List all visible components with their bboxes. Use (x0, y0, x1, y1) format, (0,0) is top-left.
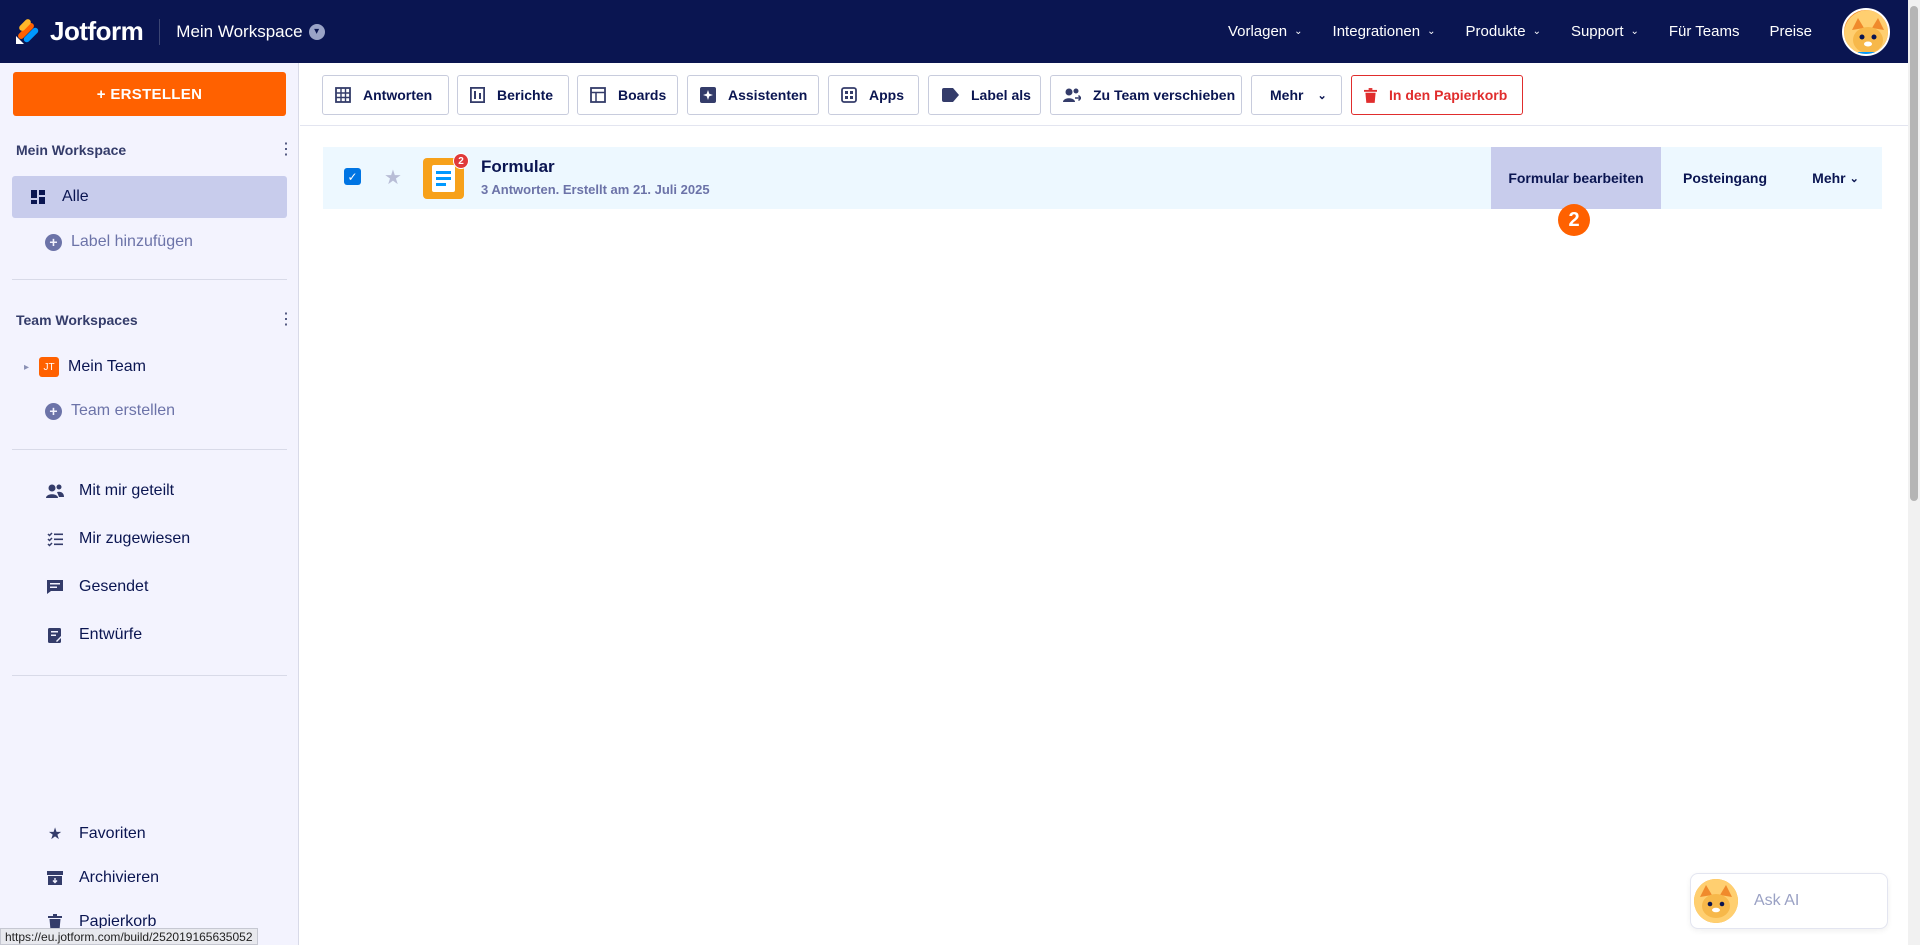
nav-integrationen[interactable]: Integrationen ⌄ (1333, 23, 1436, 40)
more-vertical-icon[interactable]: ⋮ (278, 312, 294, 328)
report-icon (470, 87, 485, 103)
trash-icon (1364, 87, 1377, 103)
apps-icon (841, 87, 857, 103)
mascot-avatar-icon (1844, 9, 1888, 54)
vertical-scrollbar[interactable] (1908, 0, 1920, 945)
star-icon: ★ (47, 826, 63, 843)
form-meta: 3 Antworten. Erstellt am 21. Juli 2025 (481, 182, 710, 197)
nav-divider (159, 18, 161, 45)
new-submissions-badge: 2 (453, 153, 469, 169)
nav-vorlagen[interactable]: Vorlagen ⌄ (1228, 23, 1303, 40)
create-button[interactable]: + ERSTELLEN (13, 72, 286, 116)
form-list-item[interactable]: ✓ ★ 2 Formular 3 Antworten. Erstellt am … (323, 147, 1882, 209)
move-to-team-button[interactable]: Zu Team verschieben (1050, 75, 1242, 115)
chevron-down-icon: ⌄ (1294, 26, 1303, 37)
brand-name: Jotform (50, 16, 144, 46)
jotform-logo-icon (16, 18, 39, 44)
archive-icon (45, 870, 65, 886)
ask-ai-label: Ask AI (1754, 892, 1800, 909)
chevron-down-icon: ⌄ (1427, 26, 1436, 37)
sidebar-item-alle[interactable]: Alle (12, 176, 287, 218)
more-vertical-icon[interactable]: ⋮ (278, 142, 294, 158)
board-icon (590, 87, 606, 103)
sidebar-item-drafts[interactable]: Entwürfe (12, 614, 287, 656)
favorite-star-icon[interactable]: ★ (384, 165, 402, 190)
ai-agent-icon (700, 87, 716, 103)
apps-button[interactable]: Apps (828, 75, 919, 115)
move-to-trash-button[interactable]: In den Papierkorb (1351, 75, 1523, 115)
ai-mascot-icon (1694, 879, 1738, 923)
checklist-icon (45, 531, 65, 547)
my-workspace-heading: Mein Workspace (16, 142, 127, 158)
step-number-badge: 2 (1558, 204, 1590, 236)
assistants-button[interactable]: Assistenten (687, 75, 819, 115)
sidebar-item-assigned[interactable]: Mir zugewiesen (12, 518, 287, 560)
workspace-name: Mein Workspace (176, 21, 303, 41)
sidebar-divider (12, 449, 287, 450)
reports-button[interactable]: Berichte (457, 75, 569, 115)
responses-button[interactable]: Antworten (322, 75, 449, 115)
chevron-down-icon: ⌄ (1630, 26, 1639, 37)
sidebar-item-label: Alle (62, 188, 89, 205)
more-options-button[interactable]: Mehr ⌄ (1789, 147, 1882, 209)
sent-message-icon (45, 579, 65, 595)
team-workspaces-heading: Team Workspaces (16, 312, 138, 328)
top-navigation-bar: Jotform Mein Workspace ▾ Vorlagen ⌄ Integ… (0, 0, 1908, 63)
ask-ai-button[interactable]: Ask AI (1690, 873, 1888, 929)
nav-preise[interactable]: Preise (1769, 23, 1812, 40)
status-bar-url: https://eu.jotform.com/build/25201916563… (0, 928, 258, 945)
plus-circle-icon: + (45, 233, 62, 251)
sidebar-item-shared[interactable]: Mit mir geteilt (12, 470, 287, 512)
sidebar-item-archive[interactable]: Archivieren (12, 857, 287, 899)
edit-form-button[interactable]: Formular bearbeiten (1491, 147, 1661, 209)
chevron-down-icon: ▾ (308, 23, 325, 40)
top-nav-menu: Vorlagen ⌄ Integrationen ⌄ Produkte ⌄ Suppo… (1228, 0, 1908, 63)
caret-right-icon[interactable]: ▸ (24, 362, 29, 373)
add-label-button[interactable]: + Label hinzufügen (45, 233, 193, 251)
table-icon (335, 87, 351, 103)
sidebar-item-sent[interactable]: Gesendet (12, 566, 287, 608)
draft-icon (45, 627, 65, 644)
team-move-icon (1063, 87, 1081, 103)
team-avatar: JT (39, 357, 60, 377)
select-checkbox[interactable]: ✓ (344, 168, 361, 185)
chevron-down-icon: ⌄ (1532, 26, 1541, 37)
label-as-button[interactable]: Label als (928, 75, 1041, 115)
user-avatar[interactable] (1842, 7, 1890, 56)
more-actions-dropdown[interactable]: Mehr ⌄ (1251, 75, 1342, 115)
chevron-down-icon: ⌄ (1849, 172, 1859, 185)
dashboard-icon (28, 189, 48, 205)
jotform-logo[interactable]: Jotform (14, 16, 144, 47)
sidebar: + ERSTELLEN Mein Workspace ⋮ Alle + Labe… (0, 63, 299, 945)
sidebar-item-mein-team[interactable]: ▸ JT Mein Team (24, 357, 146, 377)
sidebar-item-favorites[interactable]: ★ Favoriten (12, 813, 287, 855)
label-icon (941, 88, 959, 102)
form-title[interactable]: Formular (481, 157, 555, 177)
nav-fuer-teams[interactable]: Für Teams (1669, 23, 1740, 40)
scrollbar-thumb[interactable] (1910, 6, 1918, 501)
plus-circle-icon: + (45, 402, 62, 420)
nav-produkte[interactable]: Produkte ⌄ (1466, 23, 1541, 40)
shared-users-icon (45, 483, 65, 499)
create-team-button[interactable]: + Team erstellen (45, 402, 175, 420)
inbox-button[interactable]: Posteingang (1661, 147, 1789, 209)
workspace-switcher[interactable]: Mein Workspace ▾ (176, 21, 325, 42)
sidebar-divider (12, 675, 287, 676)
nav-support[interactable]: Support ⌄ (1571, 23, 1639, 40)
chevron-down-icon: ⌄ (1317, 89, 1327, 102)
sidebar-divider (12, 279, 287, 280)
boards-button[interactable]: Boards (577, 75, 678, 115)
form-actions-toolbar: Antworten Berichte Boards Assistenten Ap… (300, 63, 1908, 126)
